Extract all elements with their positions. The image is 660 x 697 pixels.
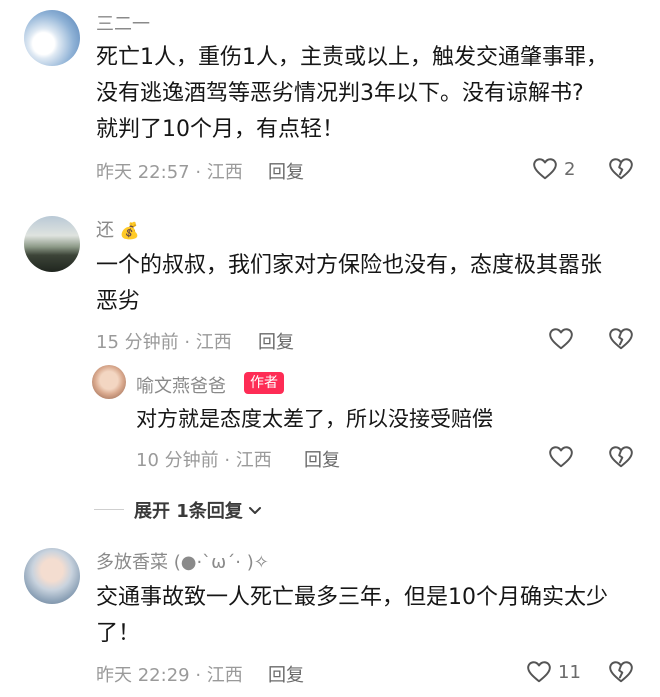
chevron-down-icon (248, 507, 261, 514)
like-count: 11 (558, 661, 581, 683)
comment-meta: 昨天 22:57 · 江西 (96, 162, 243, 183)
comment-text-line: 了！ (96, 621, 141, 646)
broken-heart-icon (608, 326, 634, 352)
money-bag-icon: 💰 (119, 221, 140, 240)
broken-heart-icon (608, 156, 634, 182)
avatar[interactable] (24, 548, 80, 604)
comment-meta: 昨天 22:29 · 江西 (96, 665, 243, 686)
comment-text-line: 就判了10个月，有点轻！ (96, 117, 344, 142)
like-button[interactable]: 2 (532, 156, 575, 182)
avatar[interactable] (92, 365, 126, 399)
reply-button[interactable]: 回复 (268, 661, 304, 687)
reply-meta: 10 分钟前 · 江西 (136, 450, 272, 471)
avatar[interactable] (24, 10, 80, 66)
reply-text: 对方就是态度太差了，所以没接受赔偿 (136, 407, 493, 431)
comment-text-line: 恶劣 (96, 289, 141, 314)
reply-button[interactable]: 回复 (304, 446, 340, 472)
broken-heart-icon (608, 444, 634, 470)
heart-icon (532, 156, 558, 182)
dislike-button[interactable] (608, 444, 634, 474)
like-count: 2 (564, 158, 576, 180)
comment-text-line: 没有逃逸酒驾等恶劣情况判3年以下。没有谅解书? (96, 81, 584, 106)
dislike-button[interactable] (608, 326, 634, 356)
comment-body: 交通事故致一人死亡最多三年，但是10个月确实太少 了！ (96, 580, 608, 652)
comment-text-line: 交通事故致一人死亡最多三年，但是10个月确实太少 (96, 585, 608, 610)
reply-button[interactable]: 回复 (268, 158, 304, 184)
comment-username[interactable]: 还 💰 (96, 216, 140, 242)
like-button[interactable] (548, 326, 574, 352)
comment-username[interactable]: 多放香菜 (●·`ω´· )✧ (96, 548, 269, 574)
heart-icon (526, 659, 552, 685)
avatar[interactable] (24, 216, 80, 272)
expand-replies-button[interactable]: 展开 1条回复 (134, 497, 263, 523)
like-button[interactable] (548, 444, 574, 470)
dislike-button[interactable] (608, 156, 634, 186)
comment-text-line: 一个的叔叔，我们家对方保险也没有，态度极其嚣张 (96, 253, 603, 278)
comment-username[interactable]: 三二一 (96, 10, 150, 36)
expand-divider (94, 509, 124, 510)
comment-text-line: 死亡1人，重伤1人，主责或以上，触发交通肇事罪， (96, 45, 608, 70)
author-badge: 作者 (244, 372, 284, 394)
comment-meta: 15 分钟前 · 江西 (96, 332, 232, 353)
heart-icon (548, 326, 574, 352)
dislike-button[interactable] (608, 659, 634, 689)
like-button[interactable]: 11 (526, 659, 581, 685)
broken-heart-icon (608, 659, 634, 685)
comment-body: 死亡1人，重伤1人，主责或以上，触发交通肇事罪， 没有逃逸酒驾等恶劣情况判3年以… (96, 40, 608, 148)
reply-username[interactable]: 喻文燕爸爸 (136, 372, 226, 398)
reply-button[interactable]: 回复 (258, 328, 294, 354)
heart-icon (548, 444, 574, 470)
comment-body: 一个的叔叔，我们家对方保险也没有，态度极其嚣张 恶劣 (96, 248, 602, 320)
